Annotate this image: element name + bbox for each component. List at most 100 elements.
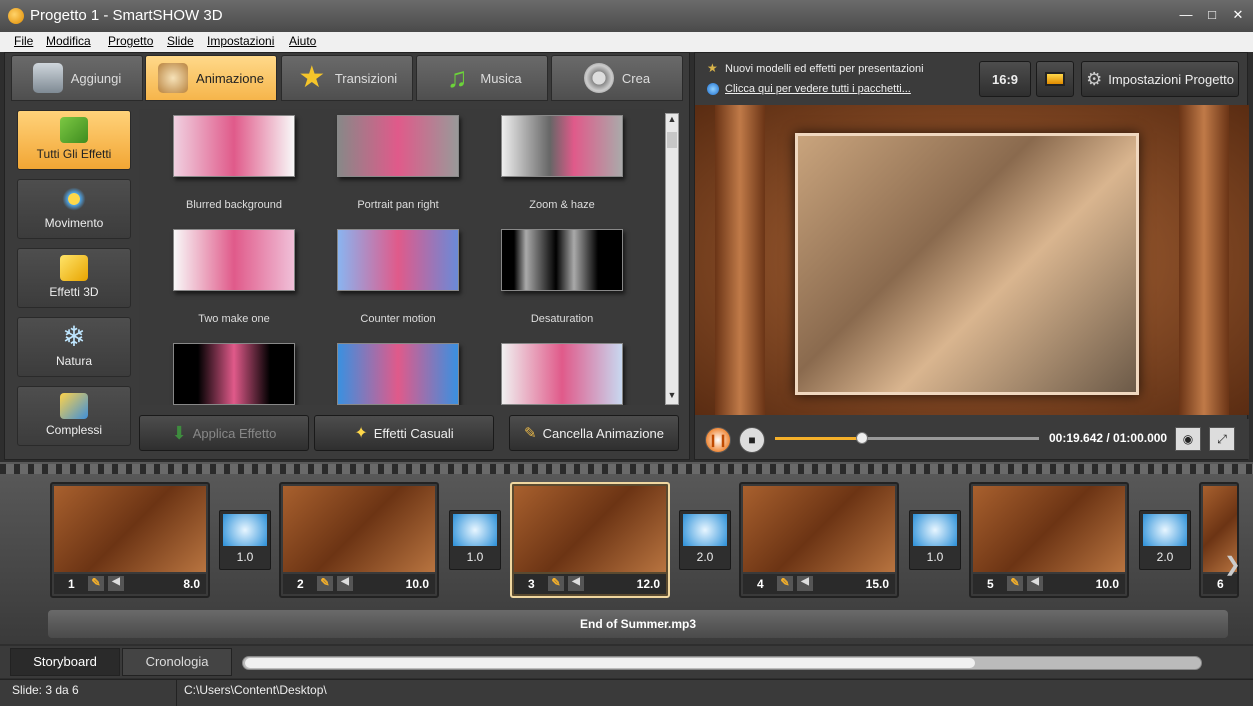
button-label: Cancella Animazione xyxy=(542,425,664,441)
image-icon xyxy=(1045,72,1065,86)
transition-thumbnail[interactable]: 1.0 xyxy=(219,510,271,570)
filmstrip-edge xyxy=(0,464,1253,474)
close-button[interactable]: ✕ xyxy=(1228,6,1248,24)
tab-storyboard[interactable]: Storyboard xyxy=(10,648,120,676)
effect-thumbnail xyxy=(337,343,459,405)
background-button[interactable] xyxy=(1036,61,1074,97)
slide-duration: 12.0 xyxy=(636,577,660,591)
edit-icon[interactable]: ✎ xyxy=(777,576,793,591)
chevron-up-icon[interactable]: ▲ xyxy=(666,114,678,128)
effects-grid: Blurred background Portrait pan right Zo… xyxy=(139,109,664,405)
slide-thumbnail[interactable]: 2 ✎ ◀ 10.0 xyxy=(279,482,439,598)
storyboard-scrollbar[interactable] xyxy=(242,656,1202,670)
slide-thumbnail[interactable]: 5 ✎ ◀ 10.0 xyxy=(969,482,1129,598)
category-natura[interactable]: ❄ Natura xyxy=(17,317,131,377)
cube-icon xyxy=(60,255,88,281)
effect-tile[interactable]: Two make one xyxy=(159,223,309,333)
preview-panel: ★ Nuovi modelli ed effetti per presentaz… xyxy=(694,52,1249,460)
menu-slide[interactable]: Slide xyxy=(167,34,194,48)
tab-cronologia[interactable]: Cronologia xyxy=(122,648,232,676)
slide-info-bar: 2 ✎ ◀ 10.0 xyxy=(283,574,435,594)
tab-transizioni[interactable]: ★ Transizioni xyxy=(281,55,413,101)
pause-icon[interactable]: ❙❙ xyxy=(705,427,731,453)
slide-preview xyxy=(695,105,1249,415)
transition-thumbnail[interactable]: 1.0 xyxy=(449,510,501,570)
decorative-pillar xyxy=(1179,105,1229,415)
stop-icon[interactable]: ■ xyxy=(739,427,765,453)
effect-tile[interactable]: Portrait pan right xyxy=(323,109,473,219)
fullscreen-icon[interactable]: ⤢ xyxy=(1209,427,1235,451)
speaker-icon[interactable]: ◀ xyxy=(568,576,584,591)
slide-thumbnail[interactable]: 4 ✎ ◀ 15.0 xyxy=(739,482,899,598)
speaker-icon[interactable]: ◀ xyxy=(1027,576,1043,591)
arrow-down-icon: ⬇ xyxy=(171,422,187,443)
effect-tile[interactable] xyxy=(159,337,309,405)
slide-duration: 10.0 xyxy=(405,577,429,591)
slide-image xyxy=(514,486,666,572)
effect-tile[interactable]: Blurred background xyxy=(159,109,309,219)
slide-number: 4 xyxy=(757,577,764,591)
speaker-icon[interactable]: ◀ xyxy=(108,576,124,591)
project-settings-button[interactable]: ⚙ Impostazioni Progetto xyxy=(1081,61,1239,97)
chevron-right-icon[interactable]: ❯ xyxy=(1224,552,1241,577)
effect-tile[interactable]: Desaturation xyxy=(487,223,637,333)
seek-handle[interactable] xyxy=(856,432,869,444)
menu-file[interactable]: File xyxy=(14,34,33,48)
chevron-down-icon[interactable]: ▼ xyxy=(666,390,678,404)
slide-thumbnail[interactable]: 6 xyxy=(1199,482,1239,598)
aspect-ratio-button[interactable]: 16:9 xyxy=(979,61,1031,97)
edit-icon[interactable]: ✎ xyxy=(1007,576,1023,591)
edit-icon[interactable]: ✎ xyxy=(317,576,333,591)
speaker-icon[interactable]: ◀ xyxy=(337,576,353,591)
transition-thumbnail[interactable]: 1.0 xyxy=(909,510,961,570)
effects-scrollbar[interactable]: ▲ ▼ xyxy=(665,113,679,405)
snowflake-icon: ❄ xyxy=(62,321,86,352)
slide-number: 3 xyxy=(528,577,535,591)
layers-icon xyxy=(60,393,88,419)
menu-impostazioni[interactable]: Impostazioni xyxy=(207,34,274,48)
speaker-icon[interactable]: ◀ xyxy=(797,576,813,591)
effect-thumbnail xyxy=(501,229,623,291)
category-tutti-gli-effetti[interactable]: Tutti Gli Effetti xyxy=(17,110,131,170)
effect-tile[interactable]: Zoom & haze xyxy=(487,109,637,219)
scrollbar-thumb[interactable] xyxy=(667,132,677,148)
category-effetti-3d[interactable]: Effetti 3D xyxy=(17,248,131,308)
effect-tile[interactable] xyxy=(487,337,637,405)
slide-image xyxy=(743,486,895,572)
effect-tile[interactable] xyxy=(323,337,473,405)
edit-icon[interactable]: ✎ xyxy=(548,576,564,591)
puzzle-icon xyxy=(60,117,88,143)
scrollbar-thumb[interactable] xyxy=(245,658,975,668)
transition-thumbnail[interactable]: 2.0 xyxy=(679,510,731,570)
button-label: 16:9 xyxy=(991,71,1019,87)
transition-image xyxy=(913,514,957,546)
menu-progetto[interactable]: Progetto xyxy=(108,34,153,48)
tab-aggiungi[interactable]: Aggiungi xyxy=(11,55,143,101)
music-track[interactable]: End of Summer.mp3 xyxy=(48,610,1228,638)
menu-bar: File Modifica Progetto Slide Impostazion… xyxy=(0,32,1253,52)
maximize-button[interactable]: □ xyxy=(1202,6,1222,24)
menu-aiuto[interactable]: Aiuto xyxy=(289,34,316,48)
slide-number: 2 xyxy=(297,577,304,591)
apply-effect-button[interactable]: ⬇ Applica Effetto xyxy=(139,415,309,451)
snapshot-camera-icon[interactable]: ◉ xyxy=(1175,427,1201,451)
promo-link[interactable]: Clicca qui per vedere tutti i pacchetti.… xyxy=(725,83,911,95)
tab-musica[interactable]: ♫ Musica xyxy=(416,55,548,101)
tab-crea[interactable]: Crea xyxy=(551,55,683,101)
random-effects-button[interactable]: ✦ Effetti Casuali xyxy=(314,415,494,451)
cancel-animation-button[interactable]: ✎ Cancella Animazione xyxy=(509,415,679,451)
effect-tile[interactable]: Counter motion xyxy=(323,223,473,333)
effect-thumbnail xyxy=(173,343,295,405)
tab-animazione[interactable]: Animazione xyxy=(145,55,277,101)
slide-number: 1 xyxy=(68,577,75,591)
menu-modifica[interactable]: Modifica xyxy=(46,34,91,48)
slide-thumbnail[interactable]: 1 ✎ ◀ 8.0 xyxy=(50,482,210,598)
tab-label: Animazione xyxy=(196,70,264,86)
edit-icon[interactable]: ✎ xyxy=(88,576,104,591)
slide-thumbnail-selected[interactable]: 3 ✎ ◀ 12.0 xyxy=(510,482,670,598)
minimize-button[interactable]: — xyxy=(1176,6,1196,24)
category-complessi[interactable]: Complessi xyxy=(17,386,131,446)
transition-thumbnail[interactable]: 2.0 xyxy=(1139,510,1191,570)
seek-track[interactable] xyxy=(775,432,1039,444)
category-movimento[interactable]: Movimento xyxy=(17,179,131,239)
